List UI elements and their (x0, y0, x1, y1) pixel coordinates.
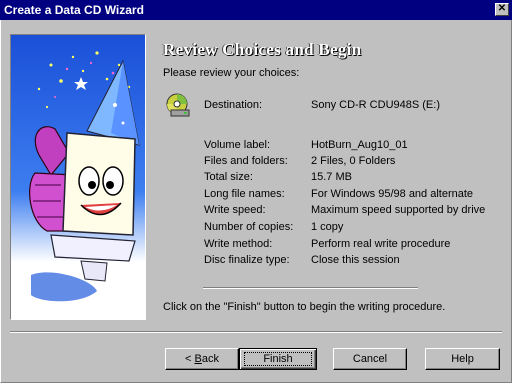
back-rest: ack (201, 353, 219, 365)
files-folders-label: Files and folders: (204, 155, 288, 167)
volume-label-value: HotBurn_Aug10_01 (311, 139, 408, 151)
write-speed-value: Maximum speed supported by drive (311, 204, 486, 216)
number-of-copies-value: 1 copy (311, 221, 344, 233)
page-subtitle: Please review your choices: (163, 67, 300, 79)
number-of-copies-label: Number of copies: (204, 221, 294, 233)
total-size-label: Total size: (204, 171, 253, 183)
destination-label: Destination: (204, 99, 263, 111)
long-file-names-value: For Windows 95/98 and alternate (311, 188, 474, 200)
focus-ring (244, 352, 312, 366)
finish-instruction: Click on the "Finish" button to begin th… (163, 301, 446, 313)
files-folders-value: 2 Files, 0 Folders (311, 155, 396, 167)
back-button[interactable]: < Back (165, 348, 239, 370)
window-title: Create a Data CD Wizard (4, 3, 144, 17)
destination-value: Sony CD-R CDU948S (E:) (311, 99, 440, 111)
long-file-names-label: Long file names: (204, 188, 285, 200)
content-divider (203, 287, 418, 289)
wizard-illustration (10, 34, 146, 320)
finish-button[interactable]: Finish (239, 348, 317, 370)
write-method-value: Perform real write procedure (311, 238, 451, 250)
title-bar: Create a Data CD Wizard ✕ (0, 0, 512, 20)
disc-finalize-type-value: Close this session (311, 254, 400, 266)
total-size-value: 15.7 MB (311, 171, 352, 183)
cancel-button[interactable]: Cancel (333, 348, 407, 370)
back-mnemonic: B (194, 353, 202, 365)
write-speed-label: Write speed: (204, 204, 266, 216)
page-title: Review Choices and Begin (163, 40, 362, 59)
cd-drive-icon (165, 92, 191, 121)
back-prefix: < (185, 353, 195, 365)
volume-label-label: Volume label: (204, 139, 271, 151)
close-button[interactable]: ✕ (495, 3, 509, 16)
wizard-mascot-illustration (11, 35, 145, 319)
disc-finalize-type-label: Disc finalize type: (204, 254, 290, 266)
help-button[interactable]: Help (425, 348, 500, 370)
write-method-label: Write method: (204, 238, 273, 250)
button-area-divider (10, 331, 502, 333)
